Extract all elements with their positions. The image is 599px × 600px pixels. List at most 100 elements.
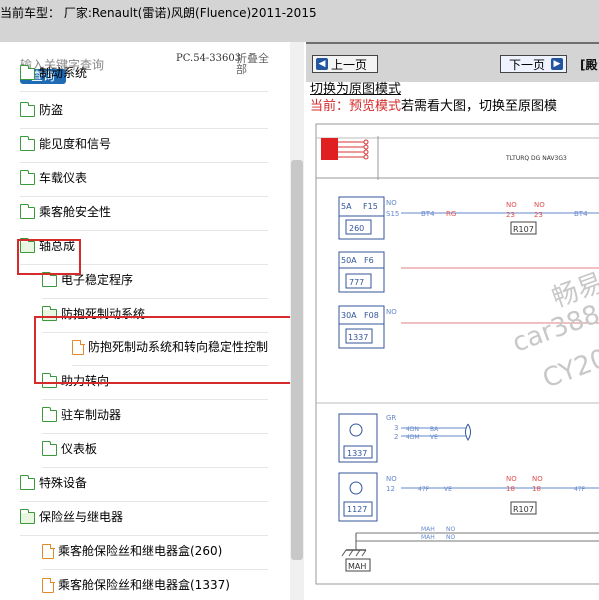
pc-code: PC.54-33603 — [176, 53, 242, 64]
component-1337: 1337 GR 3 2 — [338, 413, 398, 463]
tree-item-label: 乘客舱安全性 — [39, 205, 112, 219]
folder-icon — [41, 440, 57, 456]
svg-text:R107: R107 — [513, 505, 534, 514]
wire-label-bt4: BT4 — [421, 210, 435, 218]
ground-label-2: NO — [446, 526, 455, 533]
next-page-label: 下一页 — [509, 58, 546, 72]
scrollbar-thumb[interactable] — [291, 160, 303, 560]
svg-text:NO: NO — [386, 475, 397, 483]
folder-icon — [41, 406, 57, 422]
svg-text:1127: 1127 — [347, 505, 367, 514]
highlight-abs — [34, 316, 292, 384]
svg-text:2: 2 — [394, 433, 398, 441]
tree-item[interactable]: 乘客舱保险丝和继电器盒(260) — [42, 535, 222, 568]
viewer-toolbar: ◀ 上一页 下一页 ▶ [殿 — [306, 42, 599, 82]
wire-label-ba: BA — [430, 426, 439, 433]
folder-icon — [41, 271, 57, 287]
component-1127: 1127 NO 12 — [338, 472, 397, 522]
folder-icon — [19, 135, 35, 151]
tree-item[interactable]: 保险丝与继电器 — [19, 501, 124, 534]
tree-item[interactable]: 防盗 — [19, 94, 64, 127]
tree-item-label: 能见度和信号 — [39, 137, 112, 151]
twisted-pair-symbol — [465, 423, 471, 441]
wire-label-47f: 47F — [418, 486, 430, 493]
mode-indicator: 当前：预览模式若需看大图，切换至原图模 — [310, 95, 557, 114]
tree-item[interactable]: 能见度和信号 — [19, 128, 112, 161]
tree-item[interactable]: 乘客舱保险丝和继电器盒(1337) — [42, 569, 230, 600]
connector-r107-bottom: R107 NO 18 NO 18 — [506, 475, 543, 515]
svg-text:18: 18 — [506, 485, 515, 493]
highlight-axle-assembly — [17, 239, 81, 275]
svg-text:GR: GR — [386, 414, 396, 422]
current-model-title: 当前车型： 厂家:Renault(雷诺)风朗(Fluence)2011-2015 — [0, 6, 317, 20]
tree-item-label: 特殊设备 — [39, 476, 88, 490]
tree-item-label: 防盗 — [39, 103, 64, 117]
tree-item[interactable]: 仪表板 — [41, 433, 98, 466]
mode-prefix: 当前： — [310, 99, 350, 114]
svg-text:NO: NO — [386, 308, 397, 316]
tree-item[interactable]: 车载仪表 — [19, 162, 88, 195]
ground-label-4: NO — [446, 534, 455, 541]
svg-text:F08: F08 — [364, 311, 379, 320]
folder-open-icon — [19, 508, 35, 524]
fuse-f6: 50A F6 777 — [338, 251, 385, 293]
ground-label-1: MAH — [421, 526, 435, 533]
svg-text:NO: NO — [386, 199, 397, 207]
header-code: TLTURQ DG NAV3G3 — [505, 155, 567, 162]
more-link[interactable]: [殿 — [580, 56, 598, 73]
title-bar: 当前车型： 厂家:Renault(雷诺)风朗(Fluence)2011-2015 — [0, 0, 599, 42]
ground-label-3: MAH — [421, 534, 435, 541]
tree-item-label: 车载仪表 — [39, 171, 88, 185]
folder-icon — [19, 203, 35, 219]
tree-item-label: 仪表板 — [61, 442, 98, 456]
wire-label-4dn: 4DN — [406, 426, 419, 433]
svg-text:1337: 1337 — [347, 449, 367, 458]
svg-text:MAH: MAH — [348, 562, 366, 571]
svg-text:R107: R107 — [513, 225, 534, 234]
connector-r107-top: R107 NO 23 NO 23 — [506, 201, 545, 235]
tree-item-label: 制动系统 — [39, 66, 88, 80]
arrow-right-icon: ▶ — [551, 58, 563, 70]
left-panel: 输入关键字查询 查询 PC.54-33603 折叠全部 制动系统 防盗 能见度和信号… — [0, 42, 306, 600]
wire-label-ve: VE — [430, 434, 438, 441]
wire-label-4dm: 4DM — [406, 434, 420, 441]
svg-text:NO: NO — [506, 475, 517, 483]
collapse-all-button[interactable]: 折叠全部 — [236, 53, 278, 75]
svg-text:1337: 1337 — [348, 333, 368, 342]
folder-icon — [19, 64, 35, 80]
ground-symbol: MAH — [341, 533, 371, 572]
svg-text:5A: 5A — [341, 202, 352, 211]
diagram-frame — [315, 123, 599, 585]
folder-icon — [19, 101, 35, 117]
svg-text:12: 12 — [386, 485, 395, 493]
tree-item-label: 驻车制动器 — [61, 408, 122, 422]
wire-label-47f-out: 47F — [574, 486, 586, 493]
document-icon — [42, 543, 55, 559]
svg-text:NO: NO — [534, 201, 545, 209]
svg-text:18: 18 — [532, 485, 541, 493]
svg-text:F15: F15 — [363, 202, 378, 211]
tree-item[interactable]: 制动系统 — [19, 57, 88, 90]
svg-text:23: 23 — [506, 211, 515, 219]
tree-item-label: 保险丝与继电器 — [39, 510, 124, 524]
svg-text:F6: F6 — [364, 256, 374, 265]
next-page-button[interactable]: 下一页 ▶ — [500, 55, 567, 73]
prev-page-label: 上一页 — [331, 58, 368, 72]
wire-label-ve2: VE — [444, 486, 452, 493]
svg-text:50A: 50A — [341, 256, 357, 265]
document-viewer: ◀ 上一页 下一页 ▶ [殿 切换为原图模式 当前：预览模式若需看大图，切换至原… — [306, 42, 599, 600]
folder-icon — [19, 474, 35, 490]
tree-item[interactable]: 乘客舱安全性 — [19, 196, 112, 229]
prev-page-button[interactable]: ◀ 上一页 — [312, 55, 378, 73]
tree-item[interactable]: 特殊设备 — [19, 467, 88, 500]
svg-text:23: 23 — [534, 211, 543, 219]
svg-text:3: 3 — [394, 424, 398, 432]
svg-text:NO: NO — [532, 475, 543, 483]
connector-symbol — [321, 138, 369, 160]
mode-name: 预览模式 — [349, 99, 402, 114]
tree-item[interactable]: 驻车制动器 — [41, 399, 122, 432]
svg-text:30A: 30A — [341, 311, 357, 320]
tree-item-label: 电子稳定程序 — [61, 273, 134, 287]
wire-label-rg: RG — [446, 210, 456, 218]
document-icon — [42, 577, 55, 593]
